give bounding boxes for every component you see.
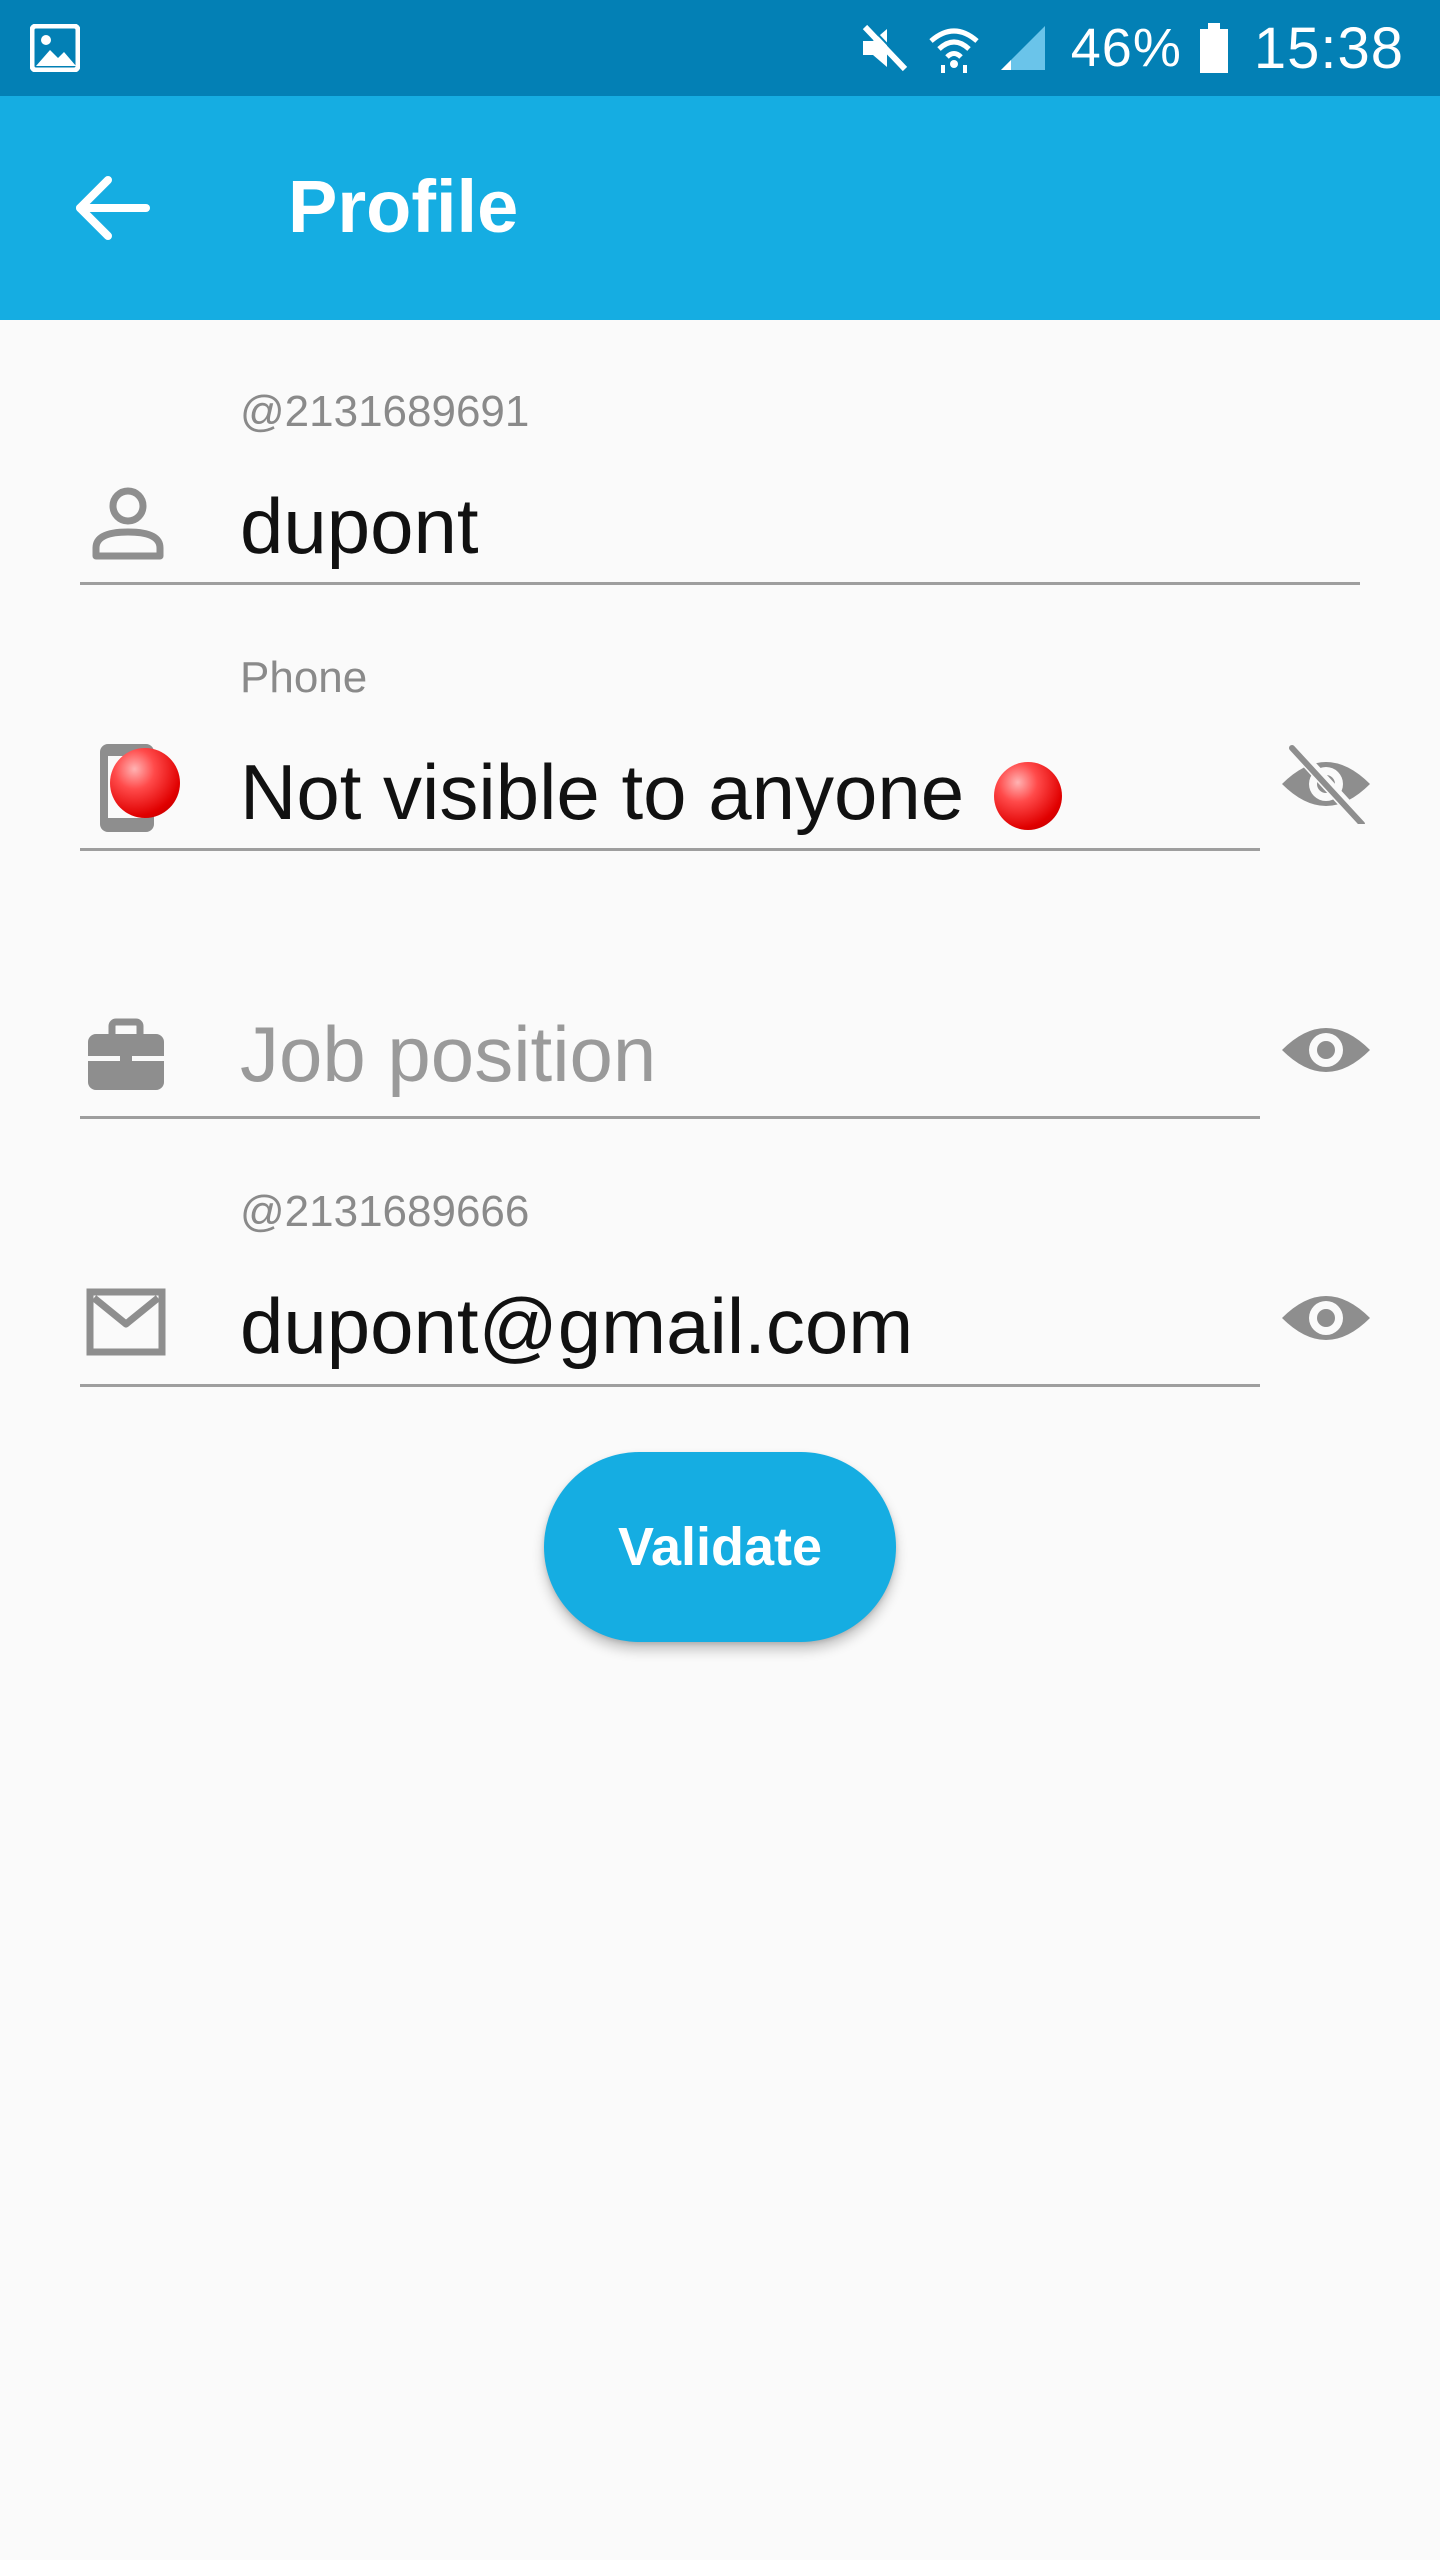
status-icons: 46% 15:38 [857,0,1404,96]
battery-percent: 46% [1070,18,1182,78]
phone-underline [80,848,1260,851]
validate-button[interactable]: Validate [544,1452,896,1642]
job-underline [80,1116,1260,1119]
email-input[interactable]: dupont@gmail.com [240,1278,913,1374]
gallery-icon [30,24,80,72]
status-bar: 46% 15:38 [0,0,1440,96]
phone-icon [96,742,192,838]
username-underline [80,582,1360,585]
wifi-icon [929,28,979,73]
app-bar: Profile [0,96,1440,320]
job-position-input[interactable]: Job position [240,1006,656,1102]
phone-label: Phone [240,653,368,702]
eye-off-icon[interactable] [1278,744,1374,824]
arrow-back-icon[interactable] [72,174,152,242]
briefcase-icon [88,1018,164,1090]
signal-icon [1000,26,1045,70]
phone-input[interactable]: Not visible to anyone [240,744,1063,840]
battery-icon [1199,23,1228,73]
eye-icon[interactable] [1278,1278,1374,1358]
status-dot-icon [994,762,1063,831]
mute-icon [862,23,909,72]
email-underline [80,1384,1260,1387]
clock: 15:38 [1253,15,1404,81]
username-input[interactable]: dupont [240,478,479,574]
person-icon [92,487,164,560]
page-title: Profile [288,165,519,248]
mail-icon [86,1288,166,1356]
eye-icon[interactable] [1278,1010,1374,1090]
phone-value: Not visible to anyone [240,748,965,836]
email-label: @2131689666 [240,1187,530,1236]
username-label: @2131689691 [240,387,530,436]
status-dot-icon [110,748,180,818]
